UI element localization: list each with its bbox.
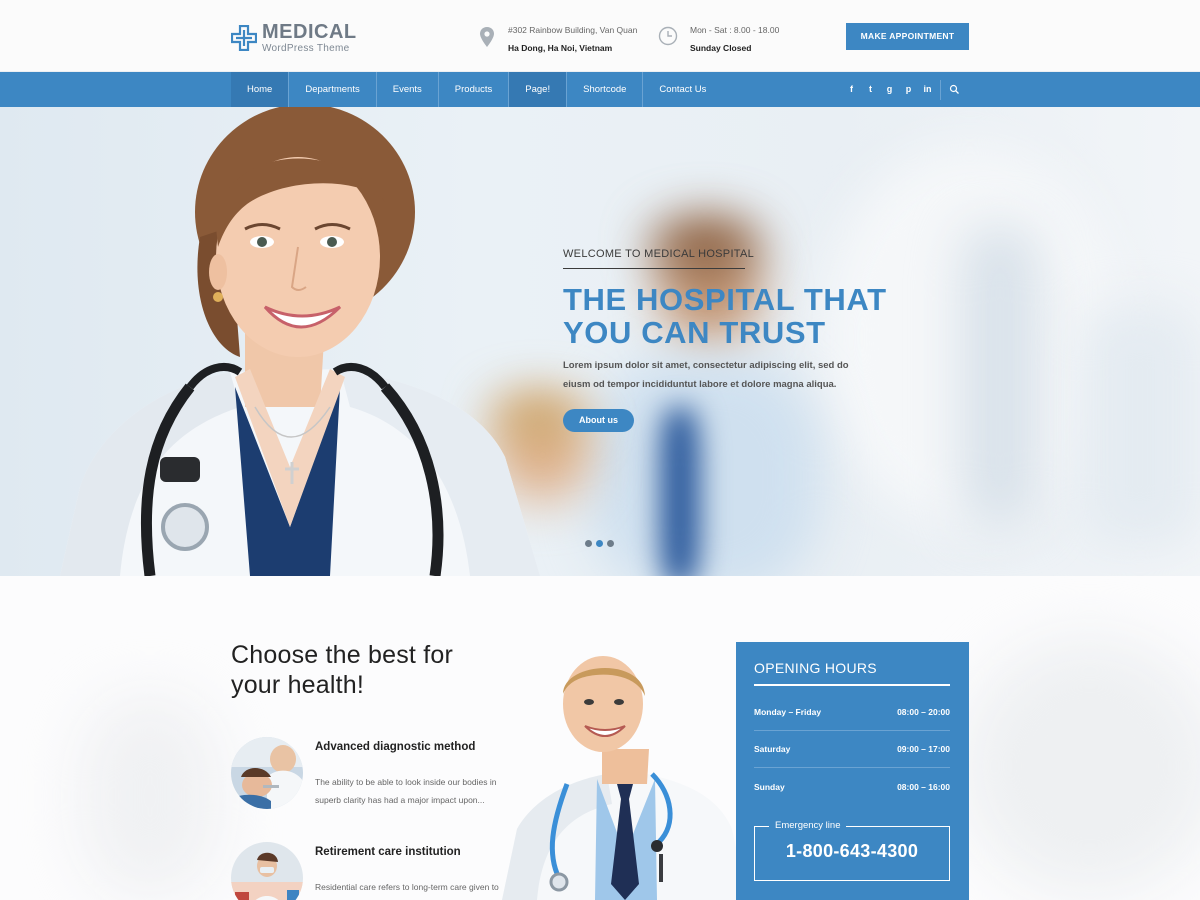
map-pin-icon: [480, 27, 494, 47]
hours-day: Monday – Friday: [754, 707, 822, 717]
hours-row: Saturday 09:00 – 17:00: [754, 731, 950, 768]
slider-dot[interactable]: [585, 540, 592, 547]
hours-time: 08:00 – 20:00: [897, 707, 950, 717]
nav-divider: [940, 80, 941, 100]
opening-hours-panel: OPENING HOURS Monday – Friday 08:00 – 20…: [736, 642, 969, 900]
address-info: #302 Rainbow Building, Van Quan Ha Dong,…: [478, 24, 637, 54]
hours-row: Sunday 08:00 – 16:00: [754, 768, 950, 805]
slider-dot[interactable]: [596, 540, 603, 547]
male-doctor-photo: [502, 656, 747, 900]
hours-row: Monday – Friday 08:00 – 20:00: [754, 694, 950, 731]
nav-menu: Home Departments Events Products Page! S…: [231, 72, 722, 107]
hours-line-2: Sunday Closed: [690, 43, 752, 53]
hero-description: Lorem ipsum dolor sit amet, consectetur …: [563, 360, 849, 390]
about-us-button[interactable]: About us: [563, 409, 634, 432]
opening-hours-title: OPENING HOURS: [754, 660, 950, 686]
nav-item-page[interactable]: Page!: [509, 72, 568, 107]
doctor-photo: [60, 107, 540, 576]
care-institution-thumbnail: [231, 842, 303, 900]
emergency-label: Emergency line: [769, 820, 847, 831]
facebook-icon[interactable]: f: [842, 72, 861, 107]
search-icon[interactable]: [948, 83, 961, 96]
hero-title: THE HOSPITAL THAT YOU CAN TRUST: [563, 283, 923, 349]
dental-exam-thumbnail: [231, 737, 303, 809]
address-line-2: Ha Dong, Ha Noi, Vietnam: [508, 43, 613, 53]
nav-item-events[interactable]: Events: [377, 72, 439, 107]
hero-title-line-2: YOU CAN TRUST: [563, 315, 826, 350]
emergency-phone[interactable]: 1-800-643-4300: [755, 841, 949, 862]
hours-time: 09:00 – 17:00: [897, 744, 950, 754]
hours-line-1: Mon - Sat : 8.00 - 18.00: [690, 25, 780, 35]
feature-description: Residential care refers to long-term car…: [315, 882, 499, 892]
top-header: MEDICAL WordPress Theme #302 Rainbow Bui…: [0, 0, 1200, 72]
hero-title-line-1: THE HOSPITAL THAT: [563, 282, 887, 317]
section-title-line-1: Choose the best for: [231, 641, 453, 669]
hero-content: WELCOME TO MEDICAL HOSPITAL THE HOSPITAL…: [563, 244, 923, 432]
pinterest-icon[interactable]: p: [899, 72, 918, 107]
clock-icon: [658, 26, 678, 46]
nav-item-contact-us[interactable]: Contact Us: [643, 72, 722, 107]
hours-info: Mon - Sat : 8.00 - 18.00 Sunday Closed: [658, 24, 779, 54]
social-links: f t g p in: [842, 72, 937, 107]
slider-dots: [585, 540, 618, 547]
hero-slider: WELCOME TO MEDICAL HOSPITAL THE HOSPITAL…: [0, 107, 1200, 576]
feature-title: Retirement care institution: [315, 846, 461, 858]
nav-item-products[interactable]: Products: [439, 72, 510, 107]
make-appointment-button[interactable]: MAKE APPOINTMENT: [846, 23, 969, 50]
feature-description: The ability to be able to look inside ou…: [315, 777, 497, 805]
section-title: Choose the best for your health!: [231, 640, 521, 700]
nav-item-home[interactable]: Home: [231, 72, 290, 107]
feature-title: Advanced diagnostic method: [315, 741, 476, 753]
emergency-line-box: Emergency line 1-800-643-4300: [754, 820, 950, 881]
hero-welcome: WELCOME TO MEDICAL HOSPITAL: [563, 248, 754, 269]
nav-item-shortcode[interactable]: Shortcode: [567, 72, 644, 107]
google-plus-icon[interactable]: g: [880, 72, 899, 107]
choose-section: Choose the best for your health! Advance…: [0, 576, 1200, 900]
main-nav: Home Departments Events Products Page! S…: [0, 72, 1200, 107]
hours-time: 08:00 – 16:00: [897, 781, 950, 792]
slider-dot[interactable]: [607, 540, 614, 547]
section-title-line-2: your health!: [231, 671, 365, 699]
twitter-icon[interactable]: t: [861, 72, 880, 107]
logo-subtitle: WordPress Theme: [262, 43, 350, 54]
hours-day: Saturday: [754, 744, 791, 754]
hours-day: Sunday: [754, 781, 785, 792]
nav-item-departments[interactable]: Departments: [289, 72, 377, 107]
logo[interactable]: MEDICAL WordPress Theme: [231, 22, 357, 54]
linkedin-icon[interactable]: in: [918, 72, 937, 107]
logo-title: MEDICAL: [262, 21, 357, 43]
medical-cross-logo-icon: [231, 25, 257, 51]
address-line-1: #302 Rainbow Building, Van Quan: [508, 25, 638, 35]
